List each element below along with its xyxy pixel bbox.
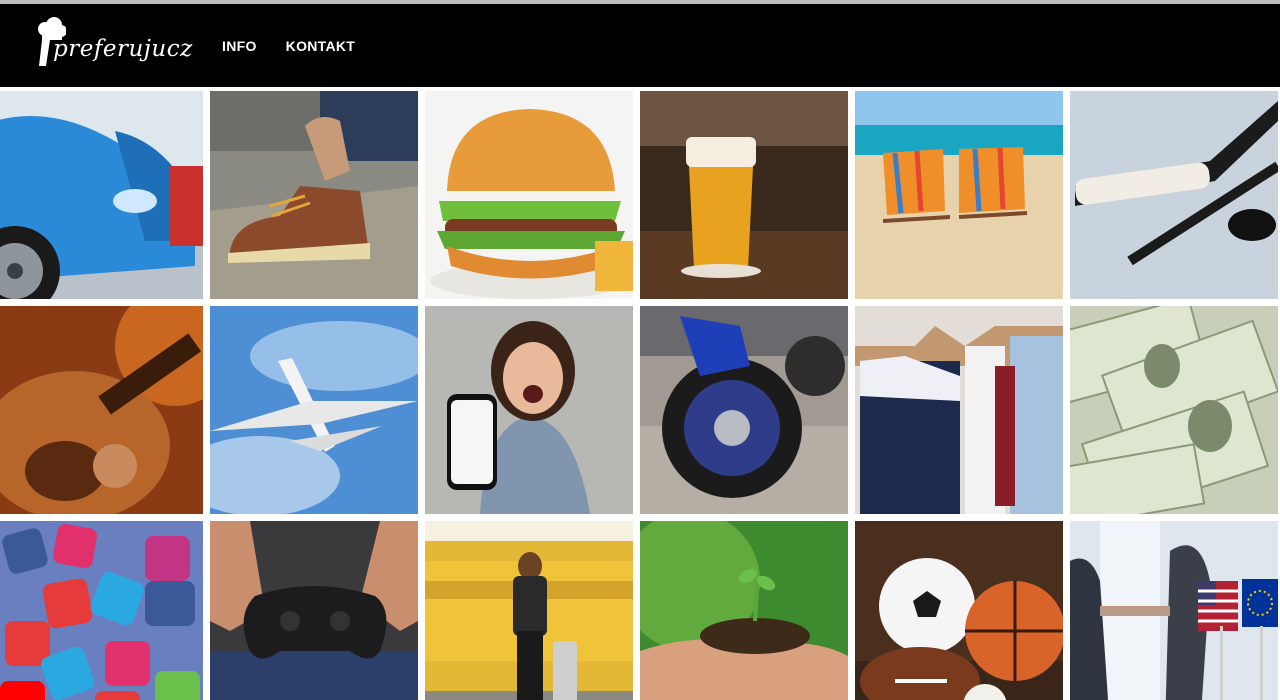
- tile-shoes[interactable]: [210, 91, 418, 299]
- tile-gaming[interactable]: [210, 521, 418, 700]
- site-header: preferujucz INFO KONTAKT: [0, 4, 1280, 87]
- tile-guitar[interactable]: [0, 306, 203, 514]
- guitar-icon: [0, 306, 203, 514]
- boot-icon: [210, 91, 418, 299]
- tile-money[interactable]: [1070, 306, 1278, 514]
- site-logo[interactable]: preferujucz: [36, 16, 206, 74]
- social-media-icon: [0, 521, 203, 700]
- tile-beach[interactable]: [855, 91, 1063, 299]
- ball-icon: [855, 521, 1063, 700]
- tile-motorcycle[interactable]: [640, 306, 848, 514]
- clothes-hanger-icon: [855, 306, 1063, 514]
- tile-plant[interactable]: [640, 521, 848, 700]
- tile-hockey[interactable]: [1070, 91, 1278, 299]
- tile-business[interactable]: [1070, 521, 1278, 700]
- banknote-icon: [1070, 306, 1278, 514]
- beer-icon: [640, 91, 848, 299]
- tile-airplane[interactable]: [210, 306, 418, 514]
- seedling-icon: [640, 521, 848, 700]
- nav-link-info[interactable]: INFO: [222, 38, 257, 54]
- main-nav: INFO KONTAKT: [222, 38, 355, 54]
- nav-link-kontakt[interactable]: KONTAKT: [286, 38, 356, 54]
- hockey-stick-icon: [1070, 91, 1278, 299]
- logo-text: preferujucz: [53, 36, 193, 62]
- image-grid: [0, 91, 1280, 700]
- tile-cars[interactable]: [0, 91, 203, 299]
- tile-clothes[interactable]: [855, 306, 1063, 514]
- motorcycle-icon: [640, 306, 848, 514]
- tile-beer[interactable]: [640, 91, 848, 299]
- airplane-icon: [210, 306, 418, 514]
- gamepad-icon: [210, 521, 418, 700]
- handshake-icon: [1070, 521, 1278, 700]
- suitcase-icon: [425, 521, 633, 700]
- beach-chair-icon: [855, 91, 1063, 299]
- car-icon: [0, 91, 203, 299]
- tile-social-media[interactable]: [0, 521, 203, 700]
- tile-phone[interactable]: [425, 306, 633, 514]
- tile-sports-balls[interactable]: [855, 521, 1063, 700]
- burger-icon: [425, 91, 633, 299]
- tile-burger[interactable]: [425, 91, 633, 299]
- tile-travel[interactable]: [425, 521, 633, 700]
- smartphone-icon: [425, 306, 633, 514]
